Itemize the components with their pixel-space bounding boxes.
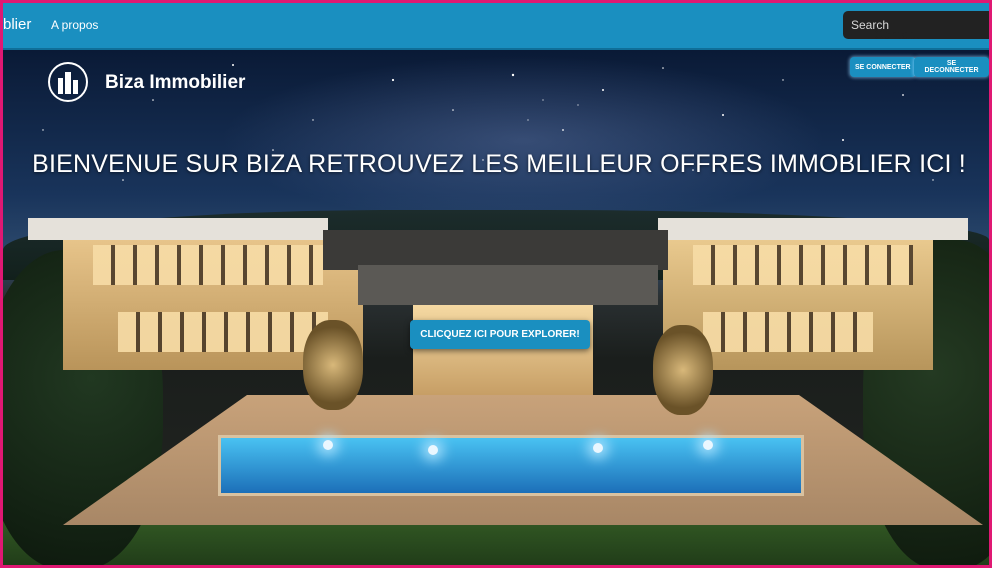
nav-link-contact[interactable]: Contact [874, 27, 919, 42]
windows-right-upper [693, 245, 913, 285]
swimming-pool [218, 435, 804, 496]
pool-light [323, 440, 333, 450]
nav-link-about[interactable]: A propos [51, 18, 98, 32]
hero-section: Biza Immobilier SE CONNECTER SE DECONNEC… [3, 50, 989, 565]
navbar-brand[interactable]: blier [3, 16, 31, 33]
page-frame: blier A propos Contact [0, 0, 992, 568]
lit-tree [303, 320, 363, 410]
logout-button[interactable]: SE DECONNECTER [914, 57, 989, 77]
windows-left-upper [93, 245, 323, 285]
building-logo-icon[interactable] [48, 62, 88, 102]
pool-light [428, 445, 438, 455]
building-icon [58, 72, 78, 94]
pool-light [593, 443, 603, 453]
pool-light [703, 440, 713, 450]
explore-button[interactable]: CLICQUEZ ICI POUR EXPLORER! [410, 320, 590, 349]
lit-tree [653, 325, 713, 415]
house-center-roof [358, 265, 658, 305]
top-navbar: blier A propos Contact [3, 3, 989, 50]
windows-left-lower [118, 312, 328, 352]
windows-right-lower [703, 312, 873, 352]
roof-right [658, 218, 968, 240]
brand-name: Biza Immobilier [105, 72, 246, 93]
house-middle-top [323, 230, 668, 270]
roof-left [28, 218, 328, 240]
login-button[interactable]: SE CONNECTER [850, 57, 916, 77]
hero-headline: BIENVENUE SUR BIZA RETROUVEZ LES MEILLEU… [32, 150, 966, 178]
